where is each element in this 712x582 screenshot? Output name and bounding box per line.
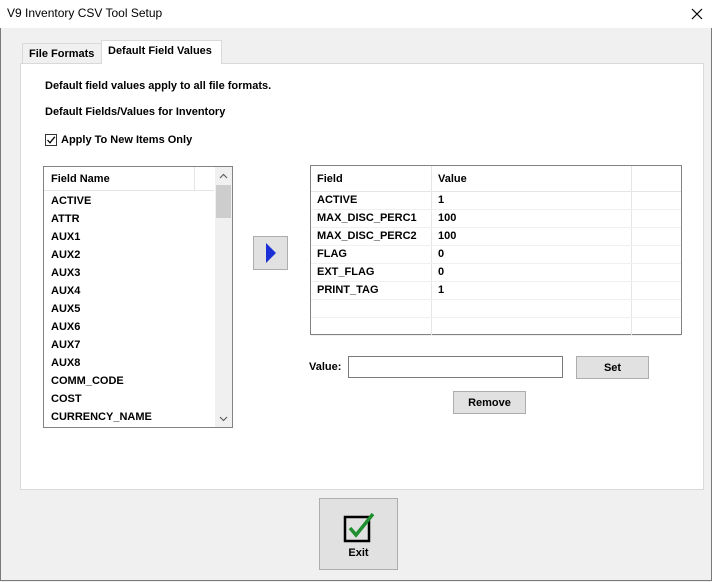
scroll-down-icon[interactable] <box>215 410 232 427</box>
close-button[interactable] <box>682 0 712 28</box>
value-cell <box>432 300 632 317</box>
checkmark-icon <box>47 136 56 144</box>
field-cell: ACTIVE <box>311 192 432 209</box>
field-list-items: ACTIVE ATTR AUX1 AUX2 AUX3 AUX4 AUX5 AUX6 AUX7 AU… <box>44 192 214 426</box>
value-cell: 100 <box>432 210 632 227</box>
close-icon <box>691 8 703 20</box>
exit-label: Exit <box>348 547 369 559</box>
apply-new-items-checkbox[interactable] <box>45 134 57 146</box>
list-item[interactable]: AUX7 <box>44 336 214 354</box>
exit-check-icon <box>343 512 375 543</box>
value-cell <box>432 318 632 335</box>
table-row[interactable]: PRINT_TAG 1 <box>311 282 681 300</box>
exit-button[interactable]: Exit <box>319 498 398 570</box>
value-cell: 100 <box>432 228 632 245</box>
table-row[interactable]: FLAG 0 <box>311 246 681 264</box>
value-input[interactable] <box>348 356 563 378</box>
field-cell: MAX_DISC_PERC2 <box>311 228 432 245</box>
field-name-list[interactable]: Field Name ACTIVE ATTR AUX1 AUX2 AUX3 AUX4 AUX… <box>43 166 233 428</box>
value-cell: 0 <box>432 264 632 281</box>
list-item[interactable]: ACTIVE <box>44 192 214 210</box>
value-label: Value: <box>309 361 342 373</box>
value-cell: 1 <box>432 192 632 209</box>
grid-header-row: Field Value <box>311 166 681 192</box>
tab-file-formats[interactable]: File Formats <box>22 43 102 63</box>
apply-new-items-label[interactable]: Apply To New Items Only <box>61 134 192 146</box>
list-item[interactable]: COST <box>44 390 214 408</box>
list-item[interactable]: AUX5 <box>44 300 214 318</box>
table-row[interactable]: EXT_FLAG 0 <box>311 264 681 282</box>
table-row[interactable]: MAX_DISC_PERC1 100 <box>311 210 681 228</box>
list-item[interactable]: AUX8 <box>44 354 214 372</box>
window-title: V9 Inventory CSV Tool Setup <box>7 6 163 20</box>
list-item[interactable]: COMM_CODE <box>44 372 214 390</box>
field-list-scrollbar[interactable] <box>215 167 232 427</box>
value-cell: 1 <box>432 282 632 299</box>
table-row[interactable] <box>311 300 681 318</box>
set-button[interactable]: Set <box>576 356 649 379</box>
field-cell: MAX_DISC_PERC1 <box>311 210 432 227</box>
field-cell: EXT_FLAG <box>311 264 432 281</box>
scroll-up-icon[interactable] <box>215 167 232 184</box>
table-row[interactable]: MAX_DISC_PERC2 100 <box>311 228 681 246</box>
info-text: Default field values apply to all file f… <box>45 80 272 92</box>
value-cell: 0 <box>432 246 632 263</box>
grid-header-value: Value <box>432 166 632 191</box>
tab-file-formats-label: File Formats <box>29 48 95 60</box>
section-title: Default Fields/Values for Inventory <box>45 106 226 118</box>
field-cell <box>311 318 432 335</box>
field-list-header-label: Field Name <box>51 173 110 185</box>
tab-default-field-values-label: Default Field Values <box>108 45 212 57</box>
list-item[interactable]: ATTR <box>44 210 214 228</box>
field-values-grid[interactable]: Field Value ACTIVE 1 MAX_DISC_PERC1 100 MAX_… <box>310 165 682 336</box>
table-row[interactable]: ACTIVE 1 <box>311 192 681 210</box>
remove-button[interactable]: Remove <box>453 391 526 414</box>
list-item[interactable]: AUX4 <box>44 282 214 300</box>
title-bar: V9 Inventory CSV Tool Setup <box>0 0 712 28</box>
column-separator <box>194 167 195 190</box>
list-item[interactable]: AUX6 <box>44 318 214 336</box>
field-list-header: Field Name <box>44 167 214 191</box>
tab-default-field-values[interactable]: Default Field Values <box>101 40 222 64</box>
table-row[interactable] <box>311 318 681 336</box>
grid-header-field: Field <box>311 166 432 191</box>
field-cell: PRINT_TAG <box>311 282 432 299</box>
list-item[interactable]: AUX1 <box>44 228 214 246</box>
add-field-button[interactable] <box>253 236 288 270</box>
field-cell: FLAG <box>311 246 432 263</box>
arrow-right-icon <box>265 243 276 263</box>
list-item[interactable]: AUX2 <box>44 246 214 264</box>
scroll-thumb[interactable] <box>216 185 231 218</box>
list-item[interactable]: AUX3 <box>44 264 214 282</box>
field-cell <box>311 300 432 317</box>
list-item[interactable]: CURRENCY_NAME <box>44 408 214 426</box>
